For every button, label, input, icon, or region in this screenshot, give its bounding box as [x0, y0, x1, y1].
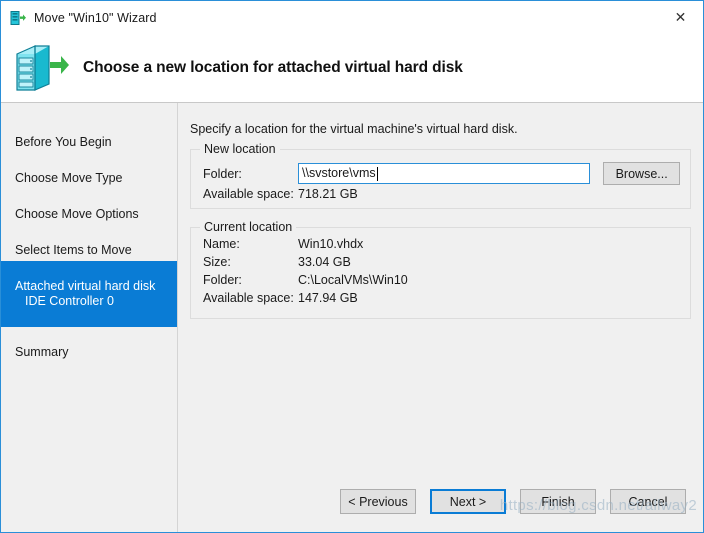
current-location-group: Current location Name: Win10.vhdx Size: … [190, 220, 691, 319]
sidebar-item-label: Choose Move Options [15, 207, 139, 221]
sidebar-item-choose-move-type[interactable]: Choose Move Type [1, 153, 177, 189]
current-location-legend: Current location [200, 220, 297, 234]
sidebar-item-attached-virtual-hard-disk[interactable]: Attached virtual hard disk IDE Controlle… [1, 261, 177, 327]
current-size-value: 33.04 GB [298, 255, 351, 269]
instruction-text: Specify a location for the virtual machi… [190, 122, 518, 136]
window-title: Move "Win10" Wizard [34, 10, 157, 25]
folder-input-value: \\svstore\vms [302, 166, 376, 180]
content-pane: Specify a location for the virtual machi… [179, 103, 703, 532]
close-icon[interactable]: ✕ [658, 1, 703, 32]
new-available-space-label: Available space: [203, 187, 294, 201]
current-available-space-row: Available space: 147.94 GB [203, 291, 358, 305]
wizard-header: Choose a new location for attached virtu… [1, 34, 703, 103]
folder-input[interactable]: \\svstore\vms [298, 163, 591, 184]
sidebar-item-label: Before You Begin [15, 135, 112, 149]
text-caret [376, 166, 378, 181]
title-bar: Move "Win10" Wizard ✕ [1, 1, 703, 34]
sidebar-item-label: Select Items to Move [15, 243, 132, 257]
finish-button[interactable]: Finish [520, 489, 596, 514]
sidebar-item-choose-move-options[interactable]: Choose Move Options [1, 189, 177, 225]
new-location-legend: New location [200, 142, 280, 156]
new-location-group: New location Folder: \\svstore\vms Brows… [190, 142, 691, 209]
current-name-value: Win10.vhdx [298, 237, 364, 251]
sidebar-item-select-items-to-move[interactable]: Select Items to Move [1, 225, 177, 261]
new-folder-row: Folder: \\svstore\vms Browse... [203, 162, 680, 185]
wizard-steps-sidebar: Before You Begin Choose Move Type Choose… [1, 103, 178, 532]
cancel-button[interactable]: Cancel [610, 489, 686, 514]
current-size-label: Size: [203, 255, 231, 269]
current-folder-label: Folder: [203, 273, 242, 287]
move-wizard-window: Move "Win10" Wizard ✕ Choose a new locat… [0, 0, 704, 533]
sidebar-item-label: Summary [15, 345, 69, 359]
current-size-row: Size: 33.04 GB [203, 255, 351, 269]
new-available-space-row: Available space: 718.21 GB [203, 187, 358, 201]
sidebar-item-label: Choose Move Type [15, 171, 123, 185]
browse-button[interactable]: Browse... [603, 162, 680, 185]
current-folder-value: C:\LocalVMs\Win10 [298, 273, 408, 287]
current-name-label: Name: [203, 237, 240, 251]
previous-button[interactable]: < Previous [340, 489, 416, 514]
button-bar: < Previous Next > Finish Cancel [340, 489, 686, 514]
current-name-row: Name: Win10.vhdx [203, 237, 363, 251]
sidebar-item-label: Attached virtual hard disk [15, 279, 156, 293]
new-folder-label: Folder: [203, 166, 242, 181]
current-folder-row: Folder: C:\LocalVMs\Win10 [203, 273, 408, 287]
next-button[interactable]: Next > [430, 489, 506, 514]
sidebar-item-sublabel: IDE Controller 0 [25, 294, 114, 308]
dialog-body: Before You Begin Choose Move Type Choose… [1, 103, 703, 532]
sidebar-item-before-you-begin[interactable]: Before You Begin [1, 117, 177, 153]
current-available-space-label: Available space: [203, 291, 294, 305]
dialog-footer: < Previous Next > Finish Cancel https://… [1, 476, 703, 532]
new-available-space-value: 718.21 GB [298, 187, 358, 201]
sidebar-item-summary[interactable]: Summary [1, 327, 177, 363]
server-arrow-icon [13, 42, 69, 94]
current-available-space-value: 147.94 GB [298, 291, 358, 305]
server-move-icon [10, 10, 26, 26]
page-title: Choose a new location for attached virtu… [83, 59, 463, 76]
